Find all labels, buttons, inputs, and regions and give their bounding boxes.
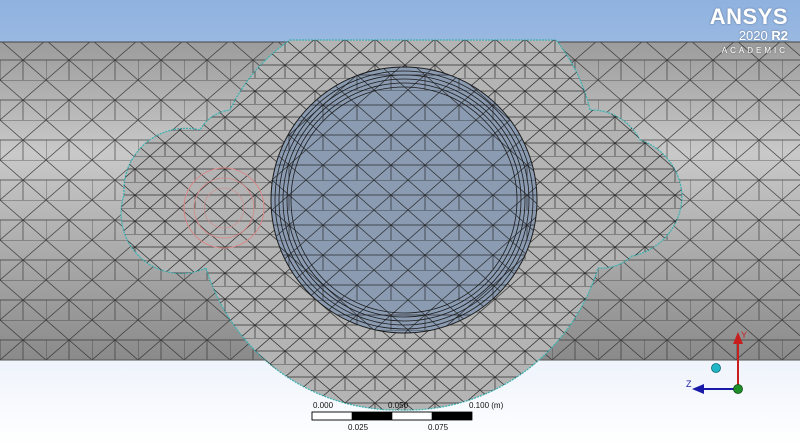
inner-cross-section [270, 66, 538, 334]
scale-label-0: 0.000 [313, 401, 334, 410]
scale-label-3: 0.075 [428, 423, 449, 432]
triad-z-label: Z [686, 379, 692, 389]
logo-edition: ACADEMIC [721, 46, 788, 55]
mesh-view[interactable]: Z Y [0, 0, 800, 445]
scale-label-1: 0.025 [348, 423, 369, 432]
scale-label-4: 0.100 (m) [469, 401, 504, 410]
logo-version: 2020 R2 [710, 28, 788, 43]
graphics-viewport[interactable]: Z Y ANSYS 2020 R2 ACADEMIC 0.000 0.050 0… [0, 0, 800, 445]
logo-version-year: 2020 [738, 28, 768, 43]
triad-iso-ball[interactable] [711, 363, 721, 373]
scale-label-2: 0.050 [388, 401, 409, 410]
triad-y-label: Y [741, 330, 747, 340]
scale-bar-labels: 0.000 0.050 0.100 (m) 0.025 0.075 [296, 398, 536, 438]
ansys-logo: ANSYS 2020 R2 ACADEMIC [709, 4, 788, 56]
logo-brand: ANSYS [709, 4, 788, 29]
triad-origin [733, 384, 743, 394]
triad-z-arrow [692, 384, 704, 394]
logo-version-release: R2 [771, 28, 788, 43]
